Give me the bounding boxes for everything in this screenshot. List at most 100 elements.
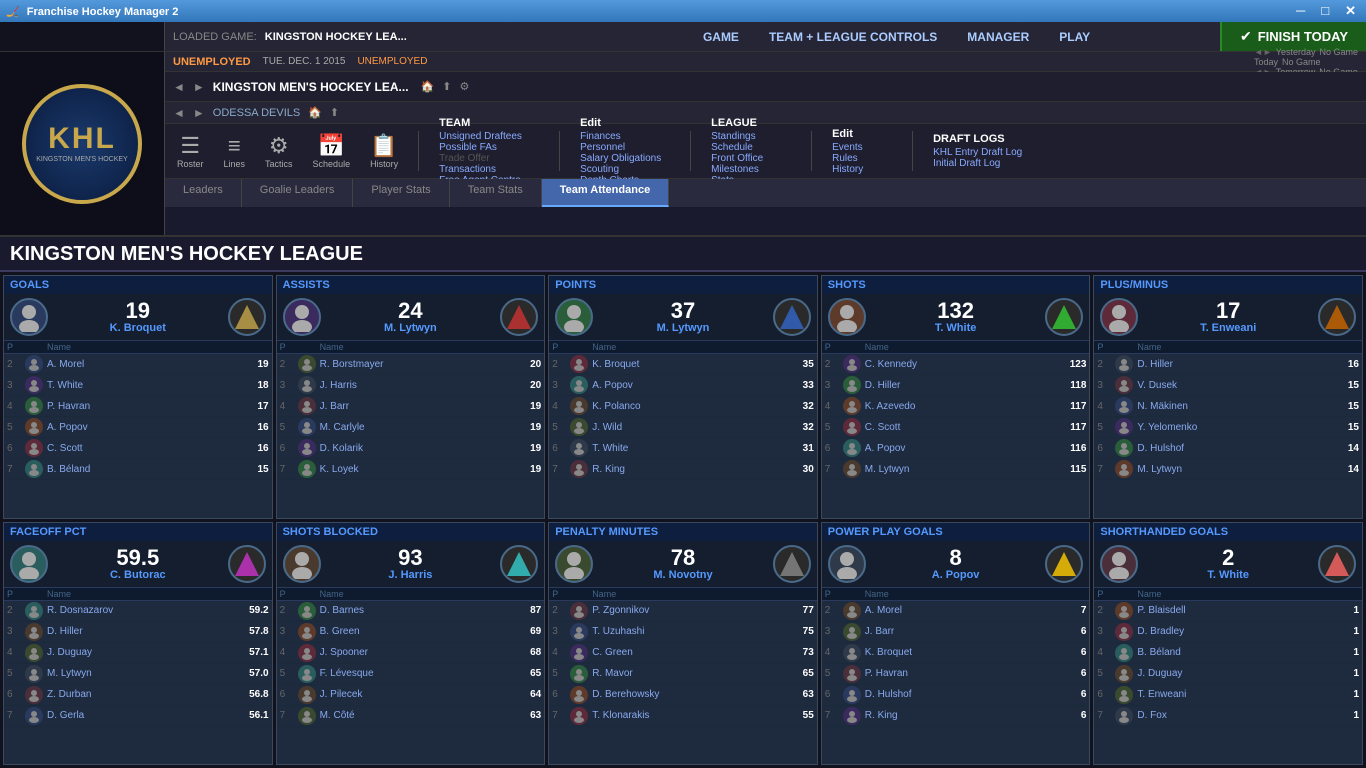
tab-player-stats[interactable]: Player Stats [353, 179, 449, 207]
leader-name-assists[interactable]: M. Lytwyn [384, 322, 437, 334]
leader-name-shots[interactable]: T. White [935, 322, 977, 334]
row-name[interactable]: F. Lévesque [320, 668, 512, 679]
row-name[interactable]: D. Barnes [320, 605, 512, 616]
row-name[interactable]: A. Morel [865, 605, 1057, 616]
row-name[interactable]: T. Enweani [1137, 689, 1329, 700]
row-name[interactable]: C. Green [592, 647, 784, 658]
khl-entry-draft[interactable]: KHL Entry Draft Log [933, 147, 1033, 158]
tab-leaders[interactable]: Leaders [165, 179, 242, 207]
leader-name-penalty_minutes[interactable]: M. Novotny [653, 569, 712, 581]
row-name[interactable]: C. Scott [47, 443, 239, 454]
row-name[interactable]: K. Loyek [320, 464, 512, 475]
row-name[interactable]: K. Polanco [592, 401, 784, 412]
row-name[interactable]: M. Lytwyn [1137, 464, 1329, 475]
edit-history[interactable]: History [832, 164, 892, 175]
row-name[interactable]: R. King [865, 710, 1057, 721]
sub-nav-next[interactable]: ► [193, 106, 205, 120]
row-name[interactable]: J. Duguay [1137, 668, 1329, 679]
sub-upload-icon[interactable]: ⬆ [330, 106, 339, 119]
manager-menu-btn[interactable]: MANAGER [967, 30, 1029, 44]
roster-btn[interactable]: ☰ Roster [177, 133, 204, 169]
row-name[interactable]: M. Carlyle [320, 422, 512, 433]
row-name[interactable]: K. Broquet [865, 647, 1057, 658]
initial-draft-log[interactable]: Initial Draft Log [933, 158, 1033, 169]
row-name[interactable]: R. Mavor [592, 668, 784, 679]
edit-events[interactable]: Events [832, 142, 892, 153]
leader-name-points[interactable]: M. Lytwyn [657, 322, 710, 334]
row-name[interactable]: D. Berehowsky [592, 689, 784, 700]
settings-icon[interactable]: ⚙ [459, 80, 469, 93]
close-btn[interactable]: ✕ [1341, 3, 1360, 19]
schedule-btn[interactable]: 📅 Schedule [313, 133, 351, 169]
row-name[interactable]: J. Duguay [47, 647, 239, 658]
minimize-btn[interactable]: ─ [1292, 3, 1309, 19]
history-btn[interactable]: 📋 History [370, 133, 398, 169]
row-name[interactable]: C. Scott [865, 422, 1057, 433]
row-name[interactable]: T. White [592, 443, 784, 454]
leader-name-shots_blocked[interactable]: J. Harris [388, 569, 432, 581]
edit-finances[interactable]: Finances [580, 131, 670, 142]
row-name[interactable]: P. Blaisdell [1137, 605, 1329, 616]
row-name[interactable]: J. Spooner [320, 647, 512, 658]
row-name[interactable]: D. Gerla [47, 710, 239, 721]
row-name[interactable]: C. Kennedy [865, 359, 1057, 370]
upload-icon[interactable]: ⬆ [442, 80, 451, 93]
team-nav-next[interactable]: ► [193, 80, 205, 94]
row-name[interactable]: D. Bradley [1137, 626, 1329, 637]
row-name[interactable]: P. Havran [865, 668, 1057, 679]
row-name[interactable]: Z. Durban [47, 689, 239, 700]
titlebar-controls[interactable]: ─ □ ✕ [1292, 3, 1360, 19]
leader-name-power_play_goals[interactable]: A. Popov [932, 569, 980, 581]
row-name[interactable]: D. Hulshof [1137, 443, 1329, 454]
edit-salary[interactable]: Salary Obligations [580, 153, 670, 164]
league-frontoffice[interactable]: Front Office [711, 153, 791, 164]
edit-rules[interactable]: Rules [832, 153, 892, 164]
row-name[interactable]: Y. Yelomenko [1137, 422, 1329, 433]
tab-goalie-leaders[interactable]: Goalie Leaders [242, 179, 354, 207]
row-name[interactable]: D. Hiller [865, 380, 1057, 391]
row-name[interactable]: M. Lytwyn [865, 464, 1057, 475]
row-name[interactable]: B. Green [320, 626, 512, 637]
row-name[interactable]: R. Borstmayer [320, 359, 512, 370]
row-name[interactable]: T. Klonarakis [592, 710, 784, 721]
row-name[interactable]: A. Popov [47, 422, 239, 433]
league-schedule[interactable]: Schedule [711, 142, 791, 153]
row-name[interactable]: N. Mäkinen [1137, 401, 1329, 412]
play-menu-btn[interactable]: PLAY [1059, 30, 1090, 44]
yesterday-nav[interactable]: ◄► [1254, 47, 1272, 57]
row-name[interactable]: M. Lytwyn [47, 668, 239, 679]
team-league-menu-btn[interactable]: TEAM + LEAGUE CONTROLS [769, 30, 937, 44]
row-name[interactable]: A. Morel [47, 359, 239, 370]
row-name[interactable]: K. Azevedo [865, 401, 1057, 412]
leader-name-plus_minus[interactable]: T. Enweani [1200, 322, 1256, 334]
row-name[interactable]: D. Kolarik [320, 443, 512, 454]
team-menu-item-0[interactable]: Unsigned Draftees [439, 131, 539, 142]
row-name[interactable]: D. Hiller [1137, 359, 1329, 370]
row-name[interactable]: M. Côté [320, 710, 512, 721]
row-name[interactable]: D. Fox [1137, 710, 1329, 721]
team-menu-item-1[interactable]: Possible FAs [439, 142, 539, 153]
row-name[interactable]: T. Uzuhashi [592, 626, 784, 637]
row-name[interactable]: P. Havran [47, 401, 239, 412]
row-name[interactable]: R. Dosnazarov [47, 605, 239, 616]
maximize-btn[interactable]: □ [1317, 3, 1333, 19]
team-nav-prev[interactable]: ◄ [173, 80, 185, 94]
row-name[interactable]: V. Dusek [1137, 380, 1329, 391]
row-name[interactable]: P. Zgonnikov [592, 605, 784, 616]
row-name[interactable]: J. Barr [320, 401, 512, 412]
leader-name-shorthanded_goals[interactable]: T. White [1207, 569, 1249, 581]
row-name[interactable]: D. Hulshof [865, 689, 1057, 700]
league-standings[interactable]: Standings [711, 131, 791, 142]
tab-team-attendance[interactable]: Team Attendance [542, 179, 669, 207]
edit-personnel[interactable]: Personnel [580, 142, 670, 153]
row-name[interactable]: J. Pilecek [320, 689, 512, 700]
row-name[interactable]: B. Béland [47, 464, 239, 475]
sub-home-icon[interactable]: 🏠 [308, 106, 322, 119]
edit-scouting[interactable]: Scouting [580, 164, 670, 175]
league-milestones[interactable]: Milestones [711, 164, 791, 175]
leader-name-faceoff_pct[interactable]: C. Butorac [110, 569, 166, 581]
tab-team-stats[interactable]: Team Stats [450, 179, 542, 207]
row-name[interactable]: A. Popov [865, 443, 1057, 454]
sub-nav-prev[interactable]: ◄ [173, 106, 185, 120]
lines-btn[interactable]: ≡ Lines [224, 133, 246, 169]
